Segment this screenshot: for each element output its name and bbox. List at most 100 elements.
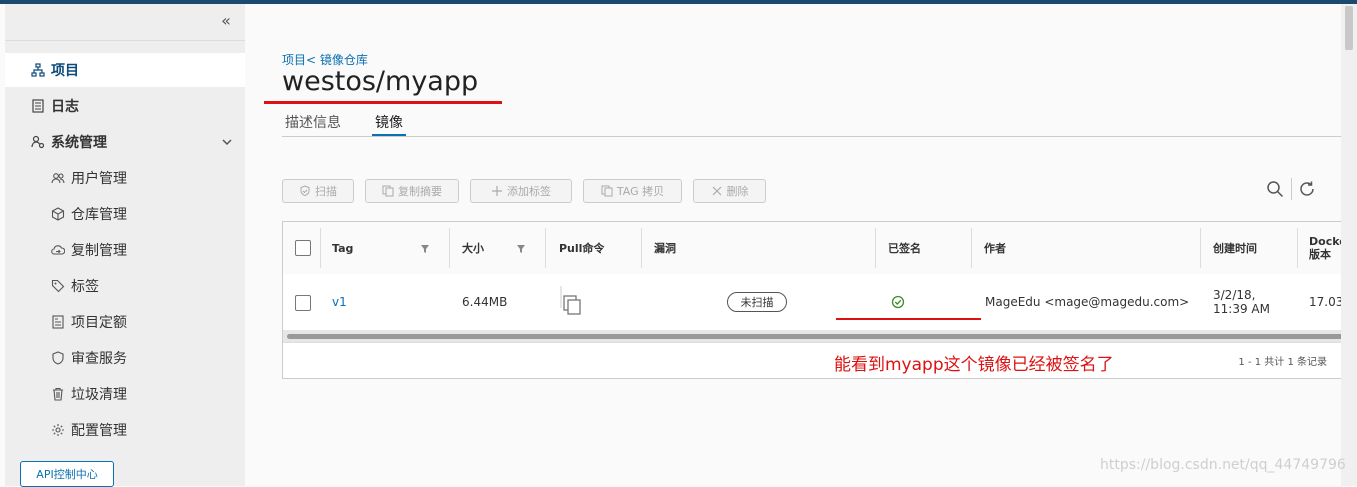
sidebar-item-label: 垃圾清理 [71, 387, 127, 403]
annotation-text: 能看到myapp这个镜像已经被签名了 [834, 355, 1114, 375]
copy-digest-button[interactable]: 复制摘要 [365, 179, 459, 203]
table-row[interactable]: v1 6.44MB 未扫描 MageEdu <mage@magedu.com> … [283, 274, 1353, 330]
sidebar-item-label: 日志 [51, 99, 79, 115]
registry-icon [51, 207, 65, 221]
column-header-vulnerability[interactable]: 漏洞 [654, 222, 676, 274]
plus-icon [492, 186, 502, 196]
copy-icon [601, 185, 613, 197]
sidebar-item-labels[interactable]: 标签 [5, 269, 245, 303]
copy-digest-label: 复制摘要 [398, 185, 442, 198]
gear-icon [51, 423, 65, 437]
signed-check-icon [891, 295, 905, 309]
sidebar-item-label: 标签 [71, 279, 99, 295]
page-scrollbar-thumb[interactable] [1345, 6, 1353, 50]
images-datagrid: Tag 大小 Pull命令 漏洞 已签名 作者 创建时间 Docker 版本 v… [282, 221, 1354, 379]
tab-info[interactable]: 描述信息 [282, 110, 344, 134]
sidebar-item-label: 项目定额 [71, 315, 127, 331]
tag-copy-button[interactable]: TAG 拷贝 [583, 179, 682, 203]
shield-check-icon [300, 185, 310, 197]
red-annotation-underline [836, 318, 981, 320]
red-annotation-underline [264, 101, 502, 104]
filter-icon[interactable] [517, 245, 525, 253]
toolbar-divider [1291, 178, 1292, 200]
column-header-tag[interactable]: Tag [332, 222, 353, 274]
chevron-down-icon[interactable] [221, 136, 233, 148]
quota-icon [51, 315, 65, 329]
sidebar-item-label: 项目 [51, 63, 79, 79]
column-separator [641, 228, 642, 268]
sidebar-item-configuration[interactable]: 配置管理 [5, 413, 245, 447]
docker-header-line2: 版本 [1309, 248, 1331, 261]
tab-images[interactable]: 镜像 [372, 110, 406, 137]
column-separator [320, 228, 321, 268]
delete-button[interactable]: 删除 [693, 179, 766, 203]
sidebar: « 项目 日志 系统管理 用户管理 仓库管理 复制管理 标签 项目定额 审查服务… [5, 4, 245, 486]
shield-icon [51, 351, 65, 365]
created-date: 3/2/18, [1213, 288, 1256, 302]
sidebar-item-label: 系统管理 [51, 135, 107, 151]
column-separator [449, 228, 450, 268]
sidebar-item-registries[interactable]: 仓库管理 [5, 197, 245, 231]
column-header-size[interactable]: 大小 [462, 222, 484, 274]
sidebar-item-label: 配置管理 [71, 423, 127, 439]
vulnerability-status-badge: 未扫描 [727, 292, 787, 312]
sidebar-item-logs[interactable]: 日志 [5, 89, 245, 123]
sidebar-item-project-quotas[interactable]: 项目定额 [5, 305, 245, 339]
sidebar-item-label: 用户管理 [71, 171, 127, 187]
column-separator [1200, 228, 1201, 268]
tag-link[interactable]: v1 [332, 295, 347, 309]
author-value: MageEdu <mage@magedu.com> [985, 295, 1190, 309]
created-hour: 11:39 AM [1213, 302, 1270, 316]
sidebar-item-garbage-collection[interactable]: 垃圾清理 [5, 377, 245, 411]
column-header-signed[interactable]: 已签名 [888, 222, 921, 274]
select-all-checkbox[interactable] [295, 240, 311, 256]
filter-icon[interactable] [421, 245, 429, 253]
datagrid-header: Tag 大小 Pull命令 漏洞 已签名 作者 创建时间 Docker 版本 [283, 222, 1353, 275]
collapse-sidebar-icon[interactable]: « [219, 13, 233, 29]
column-header-author[interactable]: 作者 [984, 222, 1006, 274]
column-separator [971, 228, 972, 268]
pagination-summary: 1 - 1 共计 1 条记录 [1238, 357, 1327, 368]
watermark: https://blog.csdn.net/qq_44749796 [1100, 457, 1346, 473]
page-title: westos/myapp [282, 66, 479, 97]
sidebar-item-users[interactable]: 用户管理 [5, 161, 245, 195]
close-icon [712, 186, 721, 196]
scan-button[interactable]: 扫描 [282, 179, 354, 203]
refresh-icon[interactable] [1298, 180, 1316, 198]
created-time: 3/2/18, 11:39 AM [1213, 288, 1270, 316]
column-header-pull-command: Pull命令 [559, 242, 605, 255]
column-separator [545, 228, 546, 268]
scan-label: 扫描 [315, 185, 337, 198]
tabs-divider [282, 136, 1352, 137]
sidebar-item-system-admin[interactable]: 系统管理 [5, 125, 245, 159]
api-explorer-button[interactable]: API控制中心 [20, 461, 114, 487]
tag-icon [51, 279, 65, 293]
datagrid-footer-divider [283, 342, 1353, 343]
project-icon [31, 63, 45, 77]
column-separator [1297, 228, 1298, 268]
log-icon [31, 99, 45, 113]
image-size: 6.44MB [462, 295, 508, 309]
add-label-button[interactable]: 添加标签 [470, 179, 572, 203]
horizontal-scrollbar-thumb[interactable] [287, 334, 1347, 339]
copy-pull-command-icon[interactable] [560, 284, 582, 318]
sidebar-item-label: 审查服务 [71, 351, 127, 367]
search-icon[interactable] [1266, 180, 1284, 198]
sidebar-divider [5, 40, 245, 41]
sidebar-item-interrogation-services[interactable]: 审查服务 [5, 341, 245, 375]
delete-label: 删除 [726, 185, 749, 198]
tab-bar: 描述信息 镜像 [282, 110, 434, 137]
users-icon [51, 171, 65, 185]
sidebar-item-label: 复制管理 [71, 243, 127, 259]
column-header-created[interactable]: 创建时间 [1213, 222, 1257, 274]
sidebar-item-projects[interactable]: 项目 [5, 53, 245, 87]
column-separator [875, 228, 876, 268]
tag-copy-label: TAG 拷贝 [616, 185, 665, 198]
trash-icon [51, 387, 65, 401]
cloud-replication-icon [51, 243, 65, 257]
page-scrollbar[interactable] [1341, 4, 1357, 486]
sidebar-item-label: 仓库管理 [71, 207, 127, 223]
sidebar-item-replications[interactable]: 复制管理 [5, 233, 245, 267]
row-select-checkbox[interactable] [295, 295, 311, 311]
system-admin-icon [31, 135, 45, 149]
